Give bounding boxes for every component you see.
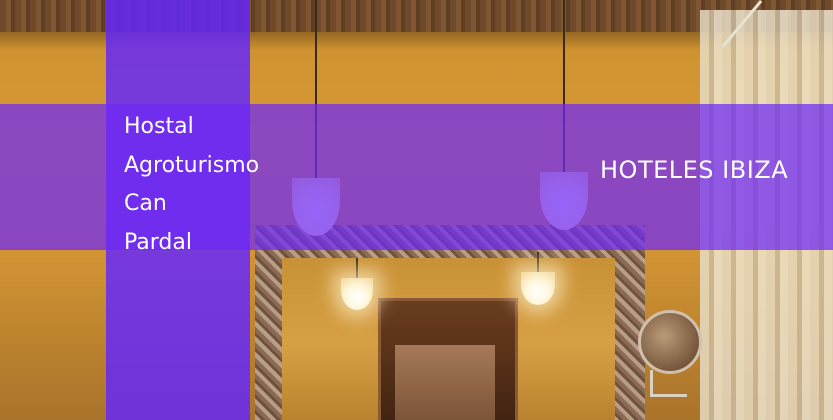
hotel-name-line: Agroturismo [124,152,260,178]
hotel-name-line: Can [124,191,167,216]
hotel-name-line: Pardal [124,229,192,255]
hotel-name: Hostal Agroturismo Can Pardal [124,108,284,262]
round-vanity-mirror [638,310,702,374]
banner: Hostal Agroturismo Can Pardal HOTELES IB… [0,0,833,420]
hotel-name-line: Hostal [124,114,194,139]
category-label: HOTELES IBIZA [600,156,789,184]
lamp-cord [537,252,539,274]
vanity-mirror-arm [650,370,687,397]
lamp-cord [356,258,358,280]
door-panel [395,345,495,420]
